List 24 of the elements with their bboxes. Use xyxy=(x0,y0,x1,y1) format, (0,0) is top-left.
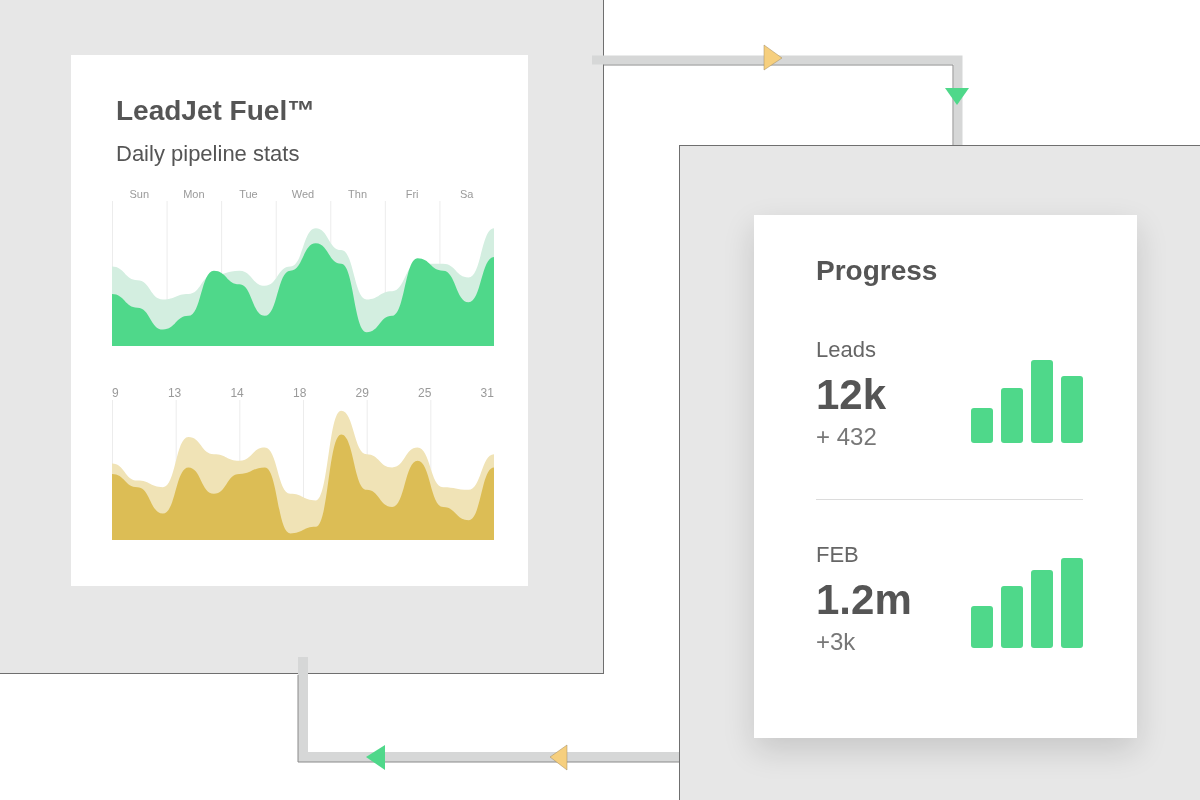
card-subtitle: Daily pipeline stats xyxy=(116,141,300,167)
stat-change: + 432 xyxy=(816,423,877,451)
day-label: Mon xyxy=(183,187,205,201)
date-label: 31 xyxy=(480,386,494,400)
stat-change: +3k xyxy=(816,628,856,656)
date-label: 29 xyxy=(355,386,369,400)
day-label: Sun xyxy=(129,187,150,201)
stat-label: FEB xyxy=(816,542,859,568)
day-label: Thn xyxy=(348,187,368,201)
stat-value: 1.2m xyxy=(816,576,912,624)
stat-value: 12k xyxy=(816,371,887,419)
date-label: 18 xyxy=(292,386,307,400)
day-label: Wed xyxy=(291,187,315,201)
bar-chart-icon xyxy=(971,556,1083,648)
card-title: LeadJet Fuel™ xyxy=(116,95,316,127)
date-label: 13 xyxy=(167,386,182,400)
date-label: 9 xyxy=(112,386,119,400)
day-label: Fri xyxy=(405,187,419,201)
day-label: Tue xyxy=(239,187,258,201)
stat-label: Leads xyxy=(816,337,876,363)
card-title: Progress xyxy=(816,255,938,287)
day-label: Sa xyxy=(459,187,474,201)
date-label: 14 xyxy=(230,386,244,400)
date-label: 25 xyxy=(418,386,432,400)
